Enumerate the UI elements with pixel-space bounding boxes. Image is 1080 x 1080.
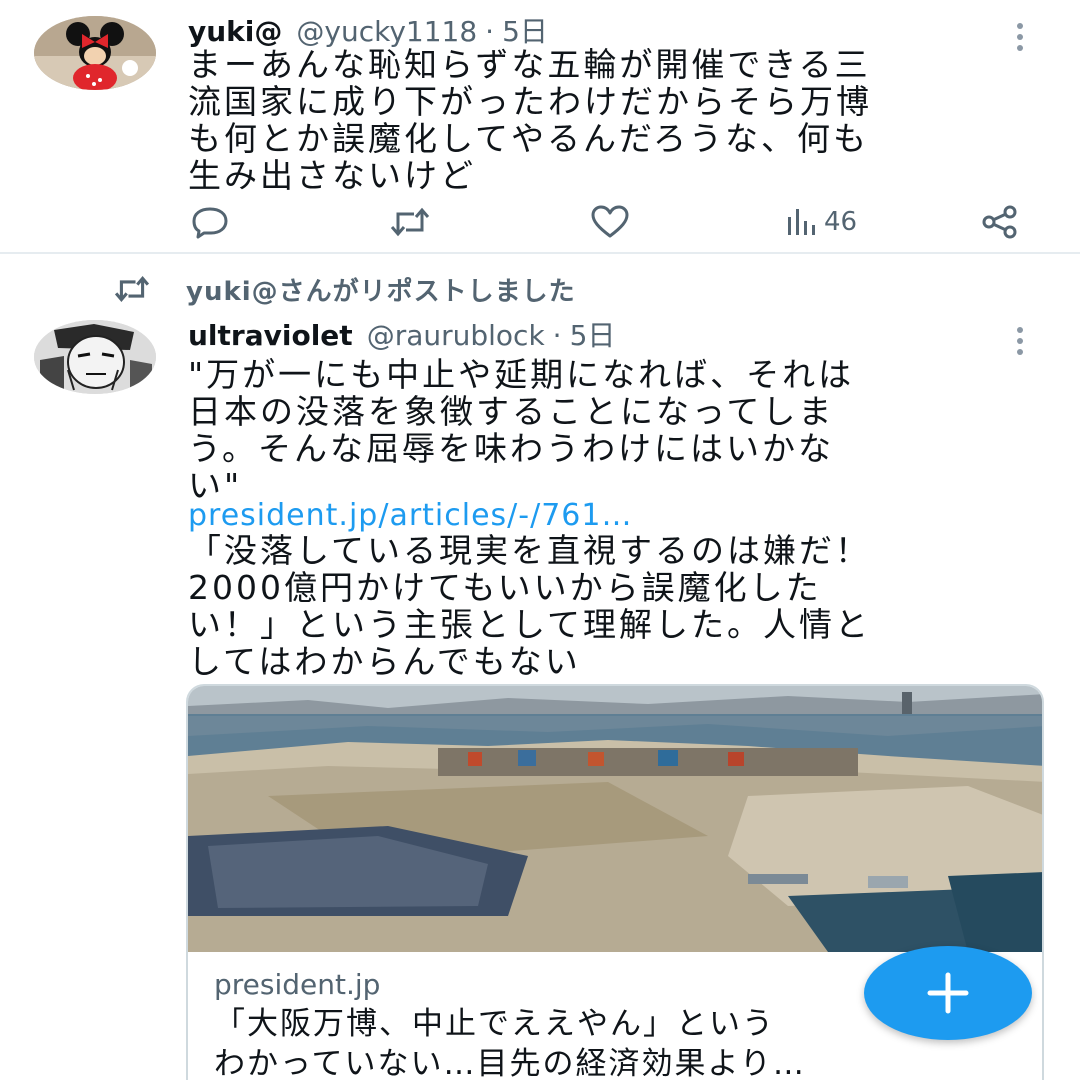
view-count: 46: [824, 207, 858, 237]
views-chart-icon: [788, 209, 815, 235]
views-button[interactable]: 46: [784, 200, 857, 244]
heart-icon: [591, 205, 629, 238]
repost-text: yuki@さんがリポストしました: [186, 276, 576, 307]
user-handle[interactable]: @raurublock: [367, 319, 545, 352]
share-button[interactable]: [980, 200, 1020, 244]
reply-button[interactable]: [190, 200, 230, 244]
retweet-button[interactable]: [388, 200, 432, 244]
avatar[interactable]: [34, 16, 156, 90]
compose-button[interactable]: [864, 946, 1032, 1040]
minnie-mouse-avatar-image: [34, 16, 156, 90]
share-icon: [982, 205, 1017, 239]
tweet-divider: [0, 252, 1080, 254]
avatar[interactable]: [34, 320, 156, 394]
tweet-header: yuki@ @yucky1118 · 5日: [188, 10, 548, 48]
reply-icon: [192, 207, 228, 239]
repost-indicator[interactable]: yuki@さんがリポストしました: [110, 272, 576, 307]
tweet-quote-text: "万が一にも中止や延期になれば、それは 日本の没落を象徴することになってしま う…: [188, 355, 855, 505]
manga-character-avatar-image: [34, 320, 156, 394]
card-image: [188, 686, 1042, 952]
more-options-icon[interactable]: [1010, 324, 1030, 358]
display-name[interactable]: ultraviolet: [188, 319, 353, 352]
action-bar: 46: [190, 200, 1030, 244]
separator: ·: [552, 319, 562, 352]
separator: ·: [485, 15, 495, 48]
card-domain: president.jp: [214, 968, 381, 1001]
timestamp[interactable]: 5日: [502, 10, 548, 50]
user-handle[interactable]: @yucky1118: [296, 15, 477, 48]
tweet-comment-text: 「没落している現実を直視するのは嫌だ！ 2000億円かけてもいいから誤魔化した …: [188, 531, 872, 681]
article-link[interactable]: president.jp/articles/-/761…: [188, 498, 632, 533]
retweet-icon: [114, 276, 150, 302]
tweet-header: ultraviolet @raurublock · 5日: [188, 314, 615, 352]
tweet-yuki[interactable]: yuki@ @yucky1118 · 5日 まーあんな恥知らずな五輪が開催できる…: [0, 0, 1080, 252]
tweet-text: まーあんな恥知らずな五輪が開催できる三 流国家に成り下がったわけだからそら万博 …: [188, 45, 872, 195]
like-button[interactable]: [590, 200, 630, 244]
plus-icon: [927, 972, 969, 1014]
timestamp[interactable]: 5日: [570, 314, 616, 354]
retweet-icon: [390, 207, 430, 237]
display-name[interactable]: yuki@: [188, 15, 282, 48]
